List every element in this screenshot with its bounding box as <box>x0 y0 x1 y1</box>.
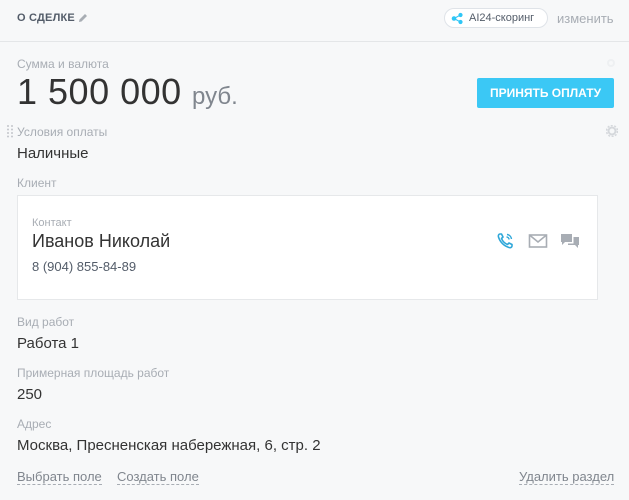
payment-terms-label: Условия оплаты <box>17 125 108 139</box>
gear-icon[interactable] <box>606 58 616 68</box>
client-label: Клиент <box>17 176 57 190</box>
pencil-icon[interactable] <box>77 12 89 24</box>
contact-name[interactable]: Иванов Николай <box>32 231 170 252</box>
ai-badge-label: AI24-скоринг <box>469 12 535 24</box>
area-label: Примерная площадь работ <box>17 366 170 380</box>
payment-terms-value[interactable]: Наличные <box>17 145 89 162</box>
section-header: О СДЕЛКЕ AI24-скоринг изменить <box>0 0 629 42</box>
select-field-link[interactable]: Выбрать поле <box>17 469 102 485</box>
phone-icon[interactable] <box>495 231 515 251</box>
area-value[interactable]: 250 <box>17 386 42 403</box>
amount-value: 1 500 000 <box>17 71 182 112</box>
ai-scoring-badge[interactable]: AI24-скоринг <box>444 8 548 28</box>
work-type-value[interactable]: Работа 1 <box>17 335 79 352</box>
amount-label: Сумма и валюта <box>17 57 109 71</box>
client-card: Контакт Иванов Николай 8 (904) 855-84-89 <box>17 195 598 300</box>
delete-section-link[interactable]: Удалить раздел <box>519 469 615 485</box>
change-link[interactable]: изменить <box>557 11 614 26</box>
work-type-label: Вид работ <box>17 315 75 329</box>
currency-value: руб. <box>192 83 238 110</box>
create-field-link[interactable]: Создать поле <box>117 469 199 485</box>
drag-handle-icon[interactable] <box>6 124 14 138</box>
address-label: Адрес <box>17 417 52 431</box>
chat-icon[interactable] <box>560 231 580 251</box>
contact-label: Контакт <box>32 217 72 229</box>
section-title: О СДЕЛКЕ <box>17 12 75 24</box>
contact-phone: 8 (904) 855-84-89 <box>32 259 137 274</box>
accept-payment-button[interactable]: ПРИНЯТЬ ОПЛАТУ <box>477 78 614 108</box>
ai-scoring-icon <box>451 12 463 25</box>
address-value[interactable]: Москва, Пресненская набережная, 6, стр. … <box>17 437 321 454</box>
gear-icon[interactable] <box>606 125 618 137</box>
mail-icon[interactable] <box>528 231 548 251</box>
